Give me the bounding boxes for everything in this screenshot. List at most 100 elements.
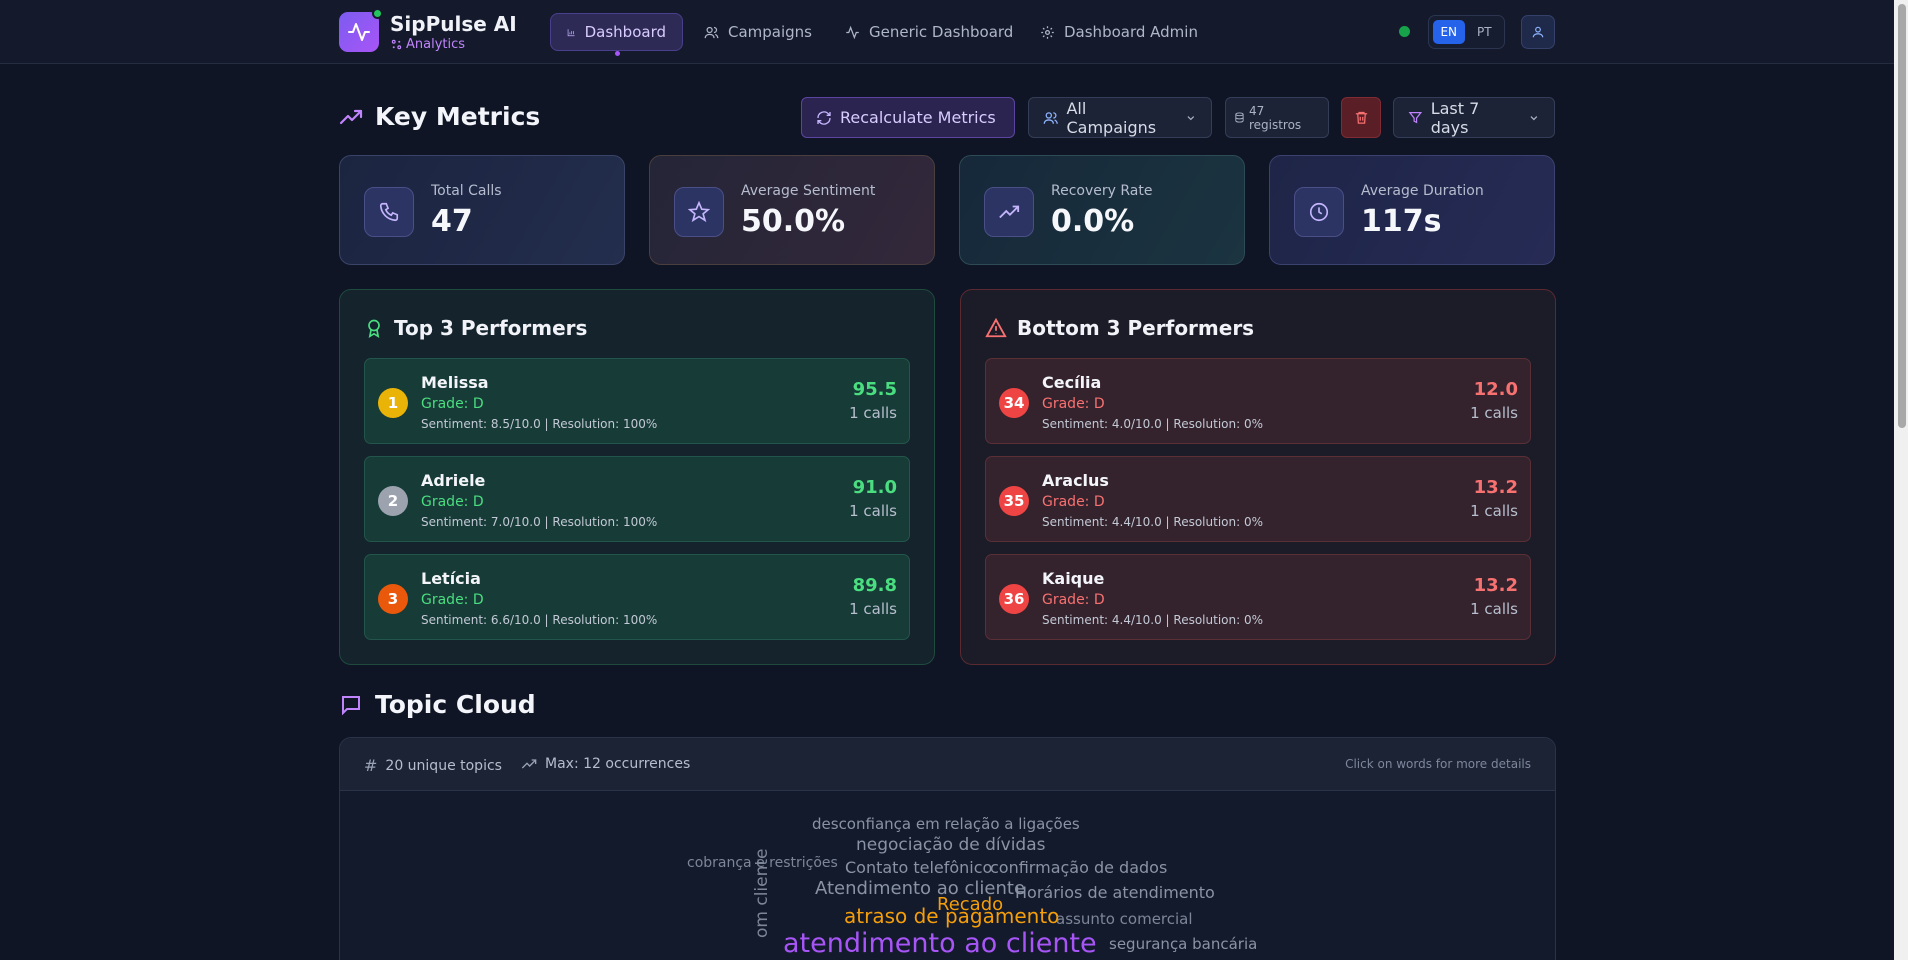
chevron-down-icon	[1530, 115, 1538, 120]
top-navigation-bar: SipPulse AI Analytics Dashboard Campaign…	[0, 0, 1894, 64]
max-occurrences-stat: Max: 12 occurrences	[521, 756, 690, 772]
performer-calls: 1 calls	[1470, 404, 1518, 422]
metric-card-average-sentiment: Average Sentiment 50.0%	[649, 155, 935, 265]
metric-icon-box	[984, 187, 1034, 237]
metric-card-recovery-rate: Recovery Rate 0.0%	[959, 155, 1245, 265]
performer-score: 95.5	[852, 379, 897, 400]
key-metrics-title: Key Metrics	[375, 102, 541, 131]
topic-word[interactable]: confirmação de dados	[990, 858, 1167, 877]
performer-calls: 1 calls	[1470, 600, 1518, 618]
user-menu-button[interactable]	[1521, 15, 1555, 49]
performer-detail: Sentiment: 4.4/10.0 | Resolution: 0%	[1042, 613, 1263, 627]
performer-row[interactable]: 1 Melissa Grade: D Sentiment: 8.5/10.0 |…	[364, 358, 910, 444]
topic-word[interactable]: atendimento ao cliente	[783, 928, 1097, 959]
brand-subtitle-text: Analytics	[406, 37, 466, 52]
performer-row[interactable]: 3 Letícia Grade: D Sentiment: 6.6/10.0 |…	[364, 554, 910, 640]
metric-icon-box	[674, 187, 724, 237]
trending-up-icon	[999, 205, 1020, 219]
performer-calls: 1 calls	[849, 502, 897, 520]
topic-word[interactable]: desconfiança em relação a ligações	[812, 815, 1080, 833]
topic-word[interactable]: om cliente	[752, 848, 772, 938]
nav-generic-dashboard-label: Generic Dashboard	[869, 23, 1014, 41]
nav-campaigns[interactable]: Campaigns	[688, 13, 828, 51]
rank-badge: 35	[999, 486, 1029, 516]
activity-icon	[846, 25, 859, 39]
unique-topics-label: 20 unique topics	[385, 757, 502, 774]
topic-cloud-header: # 20 unique topics Max: 12 occurrences C…	[340, 738, 1555, 791]
metric-icon-box	[1294, 187, 1344, 237]
brand-subtitle: Analytics	[391, 37, 465, 52]
metric-icon-box	[364, 187, 414, 237]
delete-records-button[interactable]	[1341, 97, 1381, 138]
period-filter-select[interactable]: Last 7 days	[1393, 97, 1555, 138]
campaign-filter-value: All Campaigns	[1066, 98, 1157, 137]
message-square-icon	[342, 695, 360, 715]
performer-score: 12.0	[1473, 379, 1518, 400]
key-metrics-heading: Key Metrics	[339, 102, 540, 131]
performer-row[interactable]: 36 Kaique Grade: D Sentiment: 4.4/10.0 |…	[985, 554, 1531, 640]
performer-grade: Grade: D	[421, 592, 484, 608]
nav-dashboard-admin[interactable]: Dashboard Admin	[1024, 13, 1214, 51]
rank-badge: 3	[378, 584, 408, 614]
performer-grade: Grade: D	[421, 494, 484, 510]
nav-generic-dashboard[interactable]: Generic Dashboard	[829, 13, 1029, 51]
nav-dashboard[interactable]: Dashboard	[550, 13, 683, 56]
performer-name: Adriele	[421, 471, 486, 490]
performer-detail: Sentiment: 4.0/10.0 | Resolution: 0%	[1042, 417, 1263, 431]
database-icon	[1235, 112, 1244, 123]
trending-up-icon	[339, 109, 363, 124]
rank-badge: 1	[378, 388, 408, 418]
filter-icon	[1408, 111, 1423, 124]
lang-pt-button[interactable]: PT	[1469, 20, 1501, 44]
topic-word[interactable]: segurança bancária	[1109, 935, 1257, 953]
scrollbar-thumb[interactable]	[1898, 4, 1906, 428]
metric-label: Total Calls	[431, 183, 502, 199]
bottom-performers-panel: Bottom 3 Performers 34 Cecília Grade: D …	[960, 289, 1556, 665]
topic-cloud-hint: Click on words for more details	[1345, 757, 1531, 771]
topic-word[interactable]: negociação de dívidas	[856, 835, 1046, 855]
connection-status-dot	[1399, 26, 1410, 37]
metric-label: Average Duration	[1361, 183, 1484, 199]
recalculate-metrics-label: Recalculate Metrics	[840, 108, 996, 127]
performer-name: Melissa	[421, 373, 489, 392]
logo[interactable]	[339, 12, 379, 52]
metric-label: Average Sentiment	[741, 183, 876, 199]
performer-calls: 1 calls	[849, 600, 897, 618]
performer-calls: 1 calls	[1470, 502, 1518, 520]
sparkle-icon	[391, 39, 402, 50]
topic-word[interactable]: assunto comercial	[1056, 910, 1193, 928]
active-indicator	[614, 51, 620, 56]
pulse-icon	[348, 23, 370, 41]
user-icon	[1532, 26, 1544, 38]
performer-row[interactable]: 34 Cecília Grade: D Sentiment: 4.0/10.0 …	[985, 358, 1531, 444]
performer-score: 91.0	[852, 477, 897, 498]
performer-name: Araclus	[1042, 471, 1109, 490]
metric-value: 47	[431, 204, 473, 239]
performer-row[interactable]: 35 Araclus Grade: D Sentiment: 4.4/10.0 …	[985, 456, 1531, 542]
performer-row[interactable]: 2 Adriele Grade: D Sentiment: 7.0/10.0 |…	[364, 456, 910, 542]
bottom-performers-heading: Bottom 3 Performers	[985, 316, 1254, 340]
records-count-label: 47 registros	[1248, 103, 1302, 132]
topic-cloud-title: Topic Cloud	[375, 690, 536, 719]
nav-campaigns-label: Campaigns	[728, 23, 813, 41]
topic-cloud-heading: Topic Cloud	[339, 690, 536, 719]
phone-icon	[379, 202, 399, 222]
topic-word[interactable]: atraso de pagamento	[844, 904, 1059, 928]
recalculate-metrics-button[interactable]: Recalculate Metrics	[801, 97, 1015, 138]
performer-score: 13.2	[1473, 575, 1518, 596]
language-switcher: EN PT	[1428, 15, 1505, 49]
performer-name: Kaique	[1042, 569, 1105, 588]
campaign-filter-select[interactable]: All Campaigns	[1028, 97, 1212, 138]
records-count-badge: 47 registros	[1225, 97, 1329, 138]
topic-word[interactable]: Contato telefônico	[845, 858, 992, 877]
topic-word[interactable]: Horários de atendimento	[1015, 883, 1215, 902]
performer-calls: 1 calls	[849, 404, 897, 422]
performer-name: Letícia	[421, 569, 481, 588]
users-icon	[1043, 111, 1058, 124]
rank-badge: 2	[378, 486, 408, 516]
lang-en-button[interactable]: EN	[1433, 20, 1465, 44]
metric-label: Recovery Rate	[1051, 183, 1153, 199]
refresh-icon	[817, 110, 831, 125]
metric-card-total-calls: Total Calls 47	[339, 155, 625, 265]
max-occurrences-label: Max: 12 occurrences	[545, 756, 691, 772]
